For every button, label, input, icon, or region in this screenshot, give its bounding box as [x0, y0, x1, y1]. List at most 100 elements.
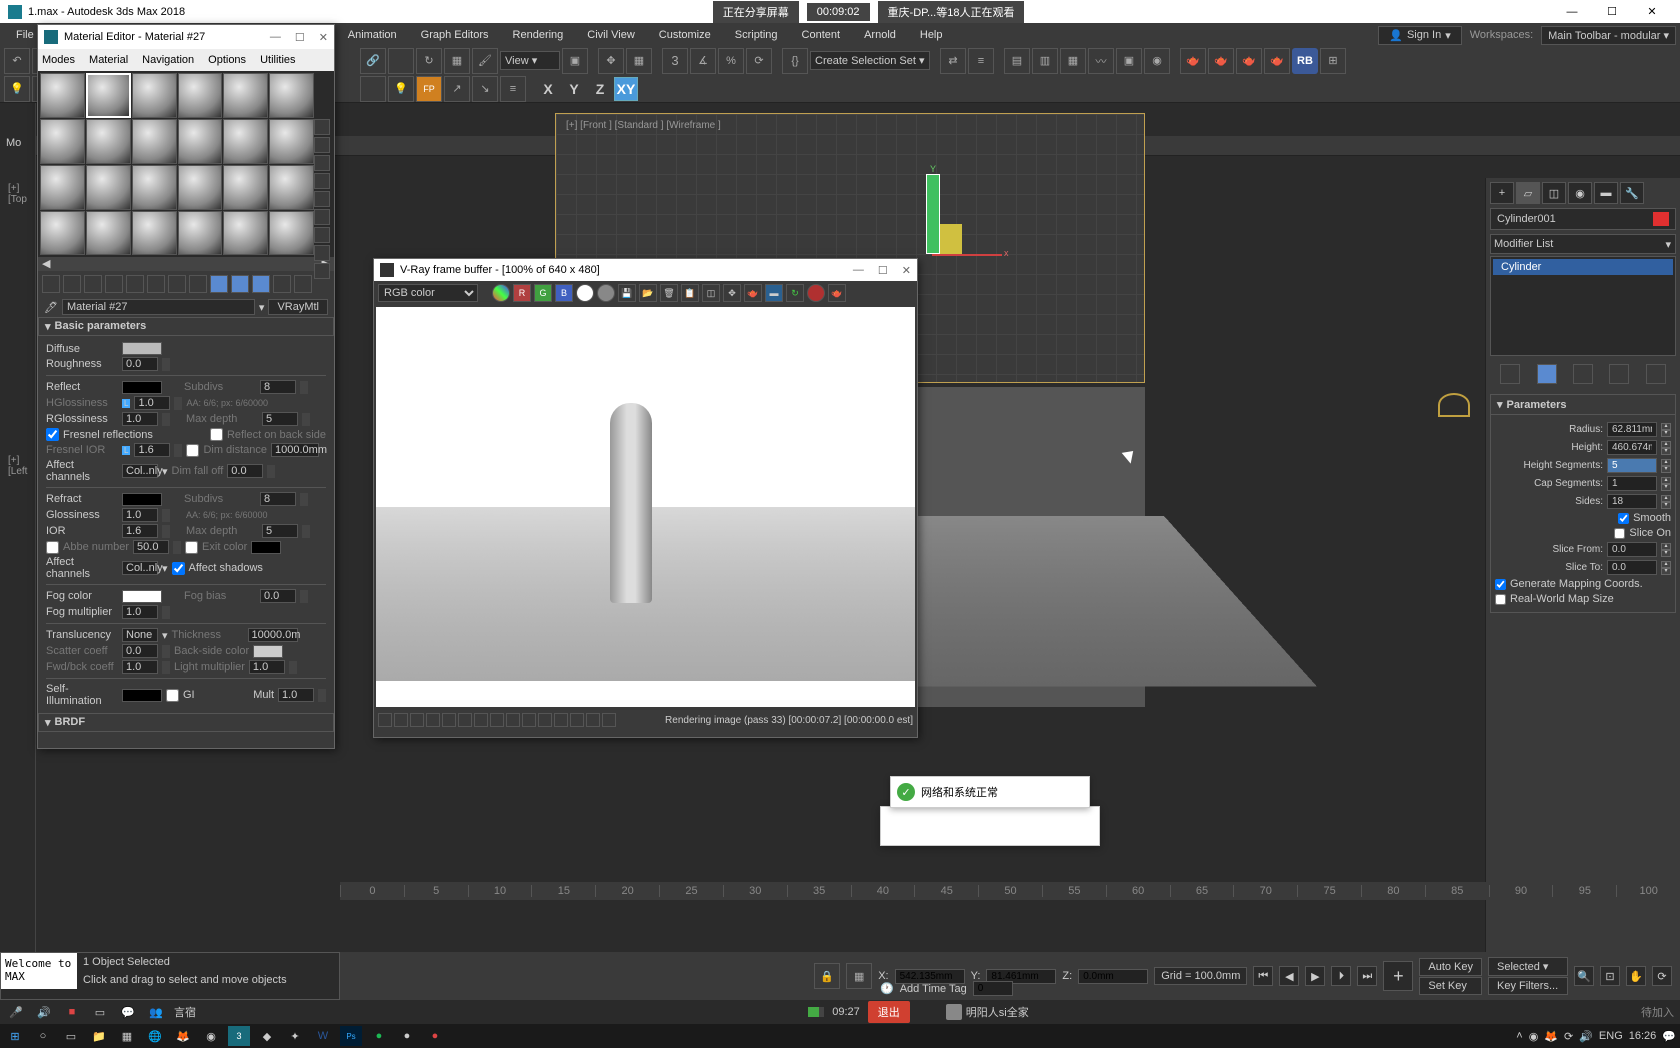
vray-mono-button[interactable] [576, 284, 594, 302]
options-button[interactable] [314, 227, 330, 243]
modify-tab[interactable]: ▱ [1516, 182, 1540, 204]
mat-slot-selected[interactable] [86, 73, 131, 118]
schematic-button[interactable]: ▣ [1116, 48, 1142, 74]
mat-slot[interactable] [132, 73, 177, 118]
hierarchy-tab[interactable]: ◫ [1542, 182, 1566, 204]
radius-input[interactable] [1607, 422, 1657, 437]
show-end-button[interactable] [231, 275, 249, 293]
vray-titlebar[interactable]: V-Ray frame buffer - [100% of 640 x 480]… [374, 259, 917, 281]
fp-button[interactable]: FP [416, 76, 442, 102]
diffuse-swatch[interactable] [122, 342, 162, 355]
radius-spinner[interactable]: ▴▾ [1661, 423, 1671, 437]
mat-slot[interactable] [178, 165, 223, 210]
select-button[interactable]: ▦ [626, 48, 652, 74]
zoom-ext-button[interactable]: 🔍 [1574, 966, 1594, 986]
app-icon[interactable]: ◉ [200, 1026, 222, 1046]
sliceto-input[interactable] [1607, 560, 1657, 575]
configure-button[interactable] [1646, 364, 1666, 384]
mat-slot[interactable] [40, 119, 85, 164]
show-end-result-button[interactable] [1537, 364, 1557, 384]
layer-button[interactable]: ▤ [1004, 48, 1030, 74]
roughness-input[interactable]: 0.0 [122, 357, 158, 371]
ps-icon[interactable]: Ps [340, 1026, 362, 1046]
unlink-button[interactable] [388, 48, 414, 74]
backlight-button[interactable] [314, 137, 330, 153]
cylinder-wireframe[interactable] [926, 174, 940, 254]
vray-g-button[interactable]: G [534, 284, 552, 302]
bind-button[interactable] [360, 76, 386, 102]
calc-icon[interactable]: ▦ [116, 1026, 138, 1046]
vray-region-button[interactable]: ✥ [723, 284, 741, 302]
mat-slot[interactable] [223, 165, 268, 210]
modifier-item-cylinder[interactable]: Cylinder [1493, 259, 1673, 275]
mat-slot[interactable] [223, 119, 268, 164]
lamp-button[interactable]: 💡 [388, 76, 414, 102]
percent-snap-button[interactable]: % [718, 48, 744, 74]
menu-content[interactable]: Content [790, 25, 853, 45]
matedit-button[interactable]: ◉ [1144, 48, 1170, 74]
close-button[interactable]: ✕ [1632, 0, 1672, 23]
vray-copy-button[interactable]: 📋 [681, 284, 699, 302]
autokey-button[interactable]: Auto Key [1419, 958, 1482, 976]
video-check-button[interactable] [314, 191, 330, 207]
timeline[interactable]: 0510152025303540455055606570758085909510… [340, 882, 1680, 900]
app4-icon[interactable]: ● [396, 1026, 418, 1046]
mat-slot[interactable] [40, 165, 85, 210]
background-button[interactable] [314, 155, 330, 171]
selset-button[interactable]: ▦ [444, 48, 470, 74]
basic-params-header[interactable]: ▾ Basic parameters [38, 317, 334, 336]
word-icon[interactable]: W [312, 1026, 334, 1046]
chat-user-1[interactable]: 明阳人si全家 [946, 1004, 1029, 1020]
mat-slot[interactable] [132, 119, 177, 164]
go-sibling-button[interactable] [273, 275, 291, 293]
vray-b-button[interactable]: B [555, 284, 573, 302]
mat-menu-options[interactable]: Options [208, 54, 246, 66]
mat-slot[interactable] [178, 73, 223, 118]
fog-color-swatch[interactable] [122, 590, 162, 603]
menu-scripting[interactable]: Scripting [723, 25, 790, 45]
selection-set-combo[interactable]: Create Selection Set ▾ [810, 51, 930, 70]
move-button[interactable]: ✥ [598, 48, 624, 74]
dropper-icon[interactable]: 🖊 [44, 301, 58, 314]
mat-slot[interactable] [178, 119, 223, 164]
render-prod-button[interactable]: 🫖 [1236, 48, 1262, 74]
mateditor-close[interactable]: ✕ [319, 31, 328, 44]
mat-slot[interactable] [86, 165, 131, 210]
create-tab[interactable]: + [1490, 182, 1514, 204]
minimize-button[interactable]: — [1552, 0, 1592, 23]
mat-slot[interactable] [178, 211, 223, 256]
chrome-icon[interactable]: 🌐 [144, 1026, 166, 1046]
snap-3-button[interactable]: 3 [662, 48, 688, 74]
mat-slot[interactable] [269, 211, 314, 256]
reflect-swatch[interactable] [122, 381, 162, 394]
arrow-button[interactable]: ↗ [444, 76, 470, 102]
mateditor-max[interactable]: ☐ [295, 31, 305, 44]
sliceon-checkbox[interactable] [1614, 528, 1625, 539]
mat-slot[interactable] [86, 119, 131, 164]
mat-menu-modes[interactable]: Modes [42, 54, 75, 66]
chat-icon[interactable]: 💬 [118, 1003, 138, 1021]
link-button[interactable]: 🔗 [360, 48, 386, 74]
clock[interactable]: 16:26 [1629, 1030, 1657, 1042]
record-icon[interactable]: ■ [62, 1003, 82, 1021]
hseg-spinner[interactable]: ▴▾ [1661, 459, 1671, 473]
exit-button[interactable]: 退出 [868, 1001, 910, 1023]
vray-max[interactable]: ☐ [878, 264, 888, 277]
menu-rendering[interactable]: Rendering [501, 25, 576, 45]
axis-xy-button[interactable]: XY [614, 77, 638, 101]
mat-slot[interactable] [40, 211, 85, 256]
height-input[interactable] [1607, 440, 1657, 455]
speaker-icon[interactable]: 🔊 [34, 1003, 54, 1021]
height-spinner[interactable]: ▴▾ [1661, 441, 1671, 455]
paint-button[interactable]: 🖌 [472, 48, 498, 74]
get-material-button[interactable] [42, 275, 60, 293]
copy-button[interactable] [126, 275, 144, 293]
mat-menu-material[interactable]: Material [89, 54, 128, 66]
mat-slot[interactable] [269, 165, 314, 210]
mat-slot[interactable] [269, 73, 314, 118]
firefox-icon[interactable]: 🦊 [172, 1026, 194, 1046]
axis-z-button[interactable]: Z [588, 77, 612, 101]
affect-shadows-checkbox[interactable] [172, 562, 185, 575]
signin-button[interactable]: 👤 Sign In ▾ [1378, 26, 1461, 45]
select-by-mat-button[interactable] [314, 245, 330, 261]
